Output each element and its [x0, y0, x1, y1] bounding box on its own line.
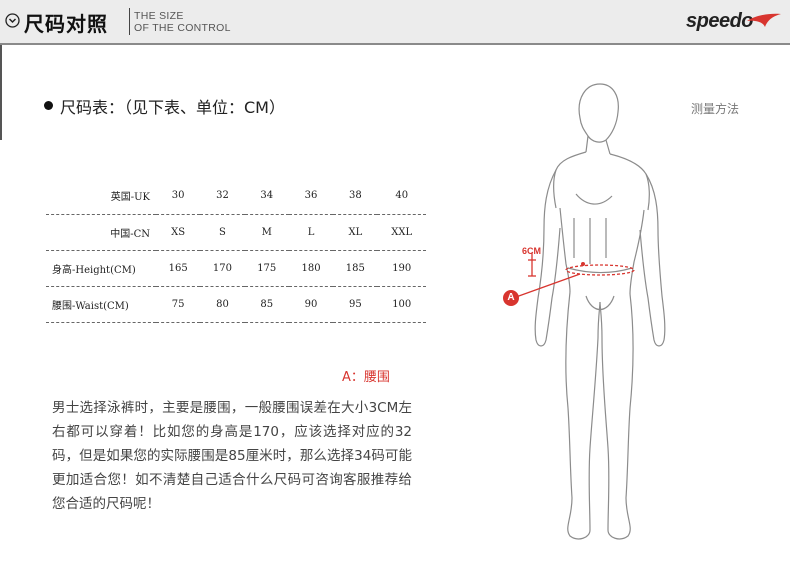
- waist-marker-a: A: [503, 290, 519, 306]
- section-title: 尺码表：（见下表、单位：CM）: [60, 98, 285, 117]
- body-outline-illustration: [515, 83, 666, 540]
- table-cell: 34: [244, 178, 289, 215]
- table-cell: 100: [377, 286, 426, 323]
- page-title: 尺码对照: [24, 12, 108, 36]
- table-cell: M: [244, 214, 289, 251]
- table-cell: 170: [200, 250, 245, 287]
- row-label: 腰围-Waist(CM): [46, 286, 156, 323]
- side-accent-bar: [0, 45, 2, 140]
- table-cell: 38: [333, 178, 378, 215]
- size-advice-text: 男士选择泳裤时，主要是腰围，一般腰围误差在大小3CM左右都可以穿着！比如您的身高…: [52, 400, 412, 512]
- table-cell: 175: [244, 250, 289, 287]
- row-label: 身高-Height(CM): [46, 250, 156, 287]
- table-cell: 75: [156, 286, 201, 323]
- brand-logo: speedo: [686, 10, 754, 32]
- table-cell: S: [200, 214, 245, 251]
- table-cell: 30: [156, 178, 201, 215]
- table-cell: 185: [333, 250, 378, 287]
- header-divider: [0, 43, 790, 45]
- table-cell: 165: [156, 250, 201, 287]
- table-cell: 85: [244, 286, 289, 323]
- table-cell: 95: [333, 286, 378, 323]
- subtitle-line-2: OF THE CONTROL: [134, 22, 231, 34]
- subtitle-line-1: THE SIZE: [134, 10, 184, 22]
- title-separator: [129, 8, 130, 35]
- table-cell: 36: [288, 178, 334, 215]
- table-cell: 180: [288, 250, 334, 287]
- row-label: 英国-UK: [46, 178, 156, 215]
- table-cell: XL: [333, 214, 378, 251]
- table-cell: 40: [377, 178, 426, 215]
- table-cell: XXL: [377, 214, 426, 251]
- table-row: 中国-CN XS S M L XL XXL: [46, 214, 426, 251]
- table-cell: 90: [288, 286, 334, 323]
- page-subtitle: THE SIZE OF THE CONTROL: [134, 10, 231, 34]
- table-row: 腰围-Waist(CM) 75 80 85 90 95 100: [46, 286, 426, 323]
- measure-cm-label: 6CM: [522, 246, 542, 256]
- header-bar: [0, 0, 790, 43]
- size-table: 英国-UK 30 32 34 36 38 40 中国-CN XS S M L X…: [46, 178, 426, 323]
- table-row: 英国-UK 30 32 34 36 38 40: [46, 178, 426, 215]
- table-cell: 190: [377, 250, 426, 287]
- table-row: 身高-Height(CM) 165 170 175 180 185 190: [46, 250, 426, 287]
- chevron-down-circle-icon: [5, 13, 20, 28]
- bullet-icon: [44, 101, 53, 110]
- table-cell: XS: [156, 214, 201, 251]
- waist-legend-label: A：腰围: [342, 370, 390, 385]
- table-cell: 32: [200, 178, 245, 215]
- table-cell: 80: [200, 286, 245, 323]
- row-label: 中国-CN: [46, 214, 156, 251]
- boomerang-logo-icon: [747, 13, 781, 27]
- table-cell: L: [288, 214, 334, 251]
